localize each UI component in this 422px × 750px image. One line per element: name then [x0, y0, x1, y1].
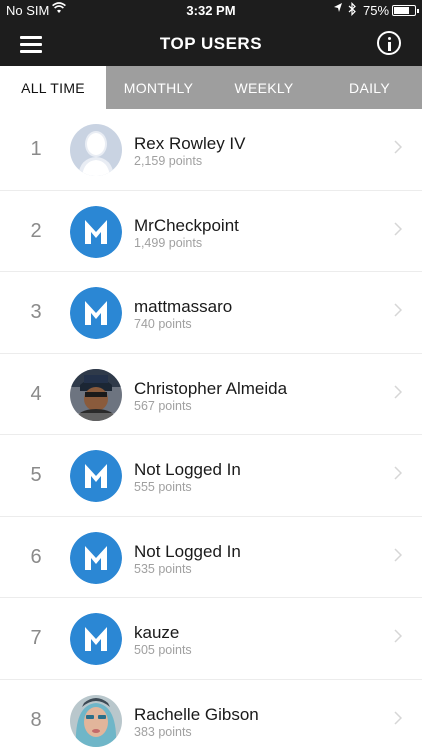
- list-item[interactable]: 6 Not Logged In 535 points: [0, 517, 422, 598]
- battery-icon: [392, 5, 419, 16]
- m-logo-avatar-icon: [70, 450, 122, 502]
- tab-monthly[interactable]: MONTHLY: [106, 66, 211, 109]
- list-item[interactable]: 1 Rex Rowley IV 2,159 points: [0, 109, 422, 191]
- user-points: 383 points: [134, 724, 192, 739]
- user-photo-avatar: [70, 368, 122, 421]
- list-item[interactable]: 4 Christopher Almeida 567 points: [0, 354, 422, 435]
- rank-number: 1: [30, 138, 42, 160]
- user-points: 2,159 points: [134, 154, 203, 168]
- m-logo-avatar-icon: [70, 531, 122, 584]
- user-name: MrCheckpoint: [134, 215, 239, 235]
- m-logo-avatar-icon: [70, 287, 122, 339]
- list-item[interactable]: 7 kauze 505 points: [0, 598, 422, 680]
- list-item[interactable]: 5 Not Logged In 555 points: [0, 435, 422, 517]
- user-name: Christopher Almeida: [134, 378, 288, 398]
- rank-number: 7: [30, 627, 42, 649]
- page-title: TOP USERS: [159, 34, 263, 53]
- user-name: Rachelle Gibson: [134, 704, 259, 724]
- chevron-right-icon: [394, 384, 402, 399]
- avatar-placeholder-icon: [70, 124, 122, 176]
- period-tabs: ALL TIME MONTHLY WEEKLY DAILY: [0, 66, 422, 109]
- tab-weekly[interactable]: WEEKLY: [211, 66, 317, 109]
- user-name: Not Logged In: [134, 460, 241, 479]
- leaderboard-list: 1 Rex Rowley IV 2,159 points 2 MrCheckpo…: [0, 109, 422, 750]
- user-points: 567 points: [134, 398, 192, 413]
- user-points: 505 points: [134, 643, 192, 657]
- battery-percent: 75%: [363, 3, 390, 18]
- top-bar: No SIM 3:32 PM 75% TOP USERS: [0, 0, 422, 66]
- user-points: 740 points: [134, 317, 192, 331]
- chevron-right-icon: [394, 140, 402, 154]
- list-item[interactable]: 8 Rachelle Gibson 383 points: [0, 680, 422, 750]
- chevron-right-icon: [394, 303, 402, 317]
- tab-all-time[interactable]: ALL TIME: [0, 66, 106, 109]
- user-name: Rex Rowley IV: [134, 134, 246, 153]
- rank-number: 6: [30, 545, 42, 568]
- rank-number: 2: [30, 219, 42, 242]
- chevron-right-icon: [394, 547, 402, 562]
- rank-number: 5: [30, 464, 42, 486]
- user-name: Not Logged In: [134, 541, 241, 561]
- rank-number: 3: [30, 301, 42, 323]
- rank-number: 4: [30, 382, 42, 405]
- tab-daily[interactable]: DAILY: [317, 66, 422, 109]
- list-item[interactable]: 3 mattmassaro 740 points: [0, 272, 422, 354]
- user-name: mattmassaro: [134, 297, 233, 316]
- user-photo-avatar: [70, 694, 122, 747]
- location-arrow-icon: [333, 2, 343, 17]
- m-logo-avatar-icon: [70, 613, 122, 665]
- chevron-right-icon: [394, 221, 402, 236]
- status-time: 3:32 PM: [186, 3, 236, 18]
- chevron-right-icon: [394, 629, 402, 643]
- bluetooth-icon: [348, 2, 356, 19]
- status-bar: No SIM 3:32 PM 75%: [0, 0, 422, 22]
- user-points: 535 points: [134, 561, 192, 576]
- info-icon[interactable]: [377, 31, 401, 55]
- user-points: 1,499 points: [134, 235, 203, 250]
- list-item[interactable]: 2 MrCheckpoint 1,499 points: [0, 191, 422, 272]
- user-points: 555 points: [134, 480, 192, 494]
- chevron-right-icon: [394, 466, 402, 480]
- user-name: kauze: [134, 623, 180, 642]
- rank-number: 8: [30, 708, 42, 731]
- chevron-right-icon: [394, 710, 402, 725]
- m-logo-avatar-icon: [70, 205, 122, 258]
